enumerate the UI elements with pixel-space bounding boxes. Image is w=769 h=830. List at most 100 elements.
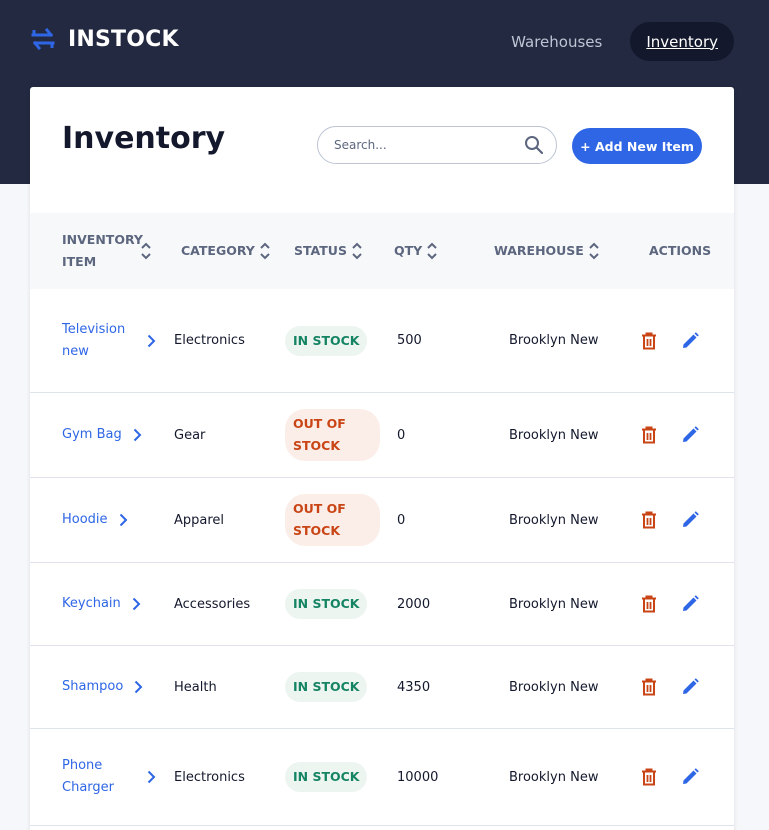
- item-cell: Television new: [62, 289, 156, 392]
- chevron-right-icon[interactable]: [133, 680, 143, 694]
- category-cell: Health: [174, 646, 217, 728]
- item-link[interactable]: Shampoo: [62, 676, 123, 698]
- category-text: Apparel: [174, 512, 225, 528]
- status-cell: OUT OF STOCK: [285, 393, 380, 477]
- item-cell: Phone Charger: [62, 729, 156, 825]
- qty-cell: 500: [397, 289, 422, 392]
- item-link[interactable]: Gym Bag: [62, 424, 122, 446]
- warehouse-cell: Brooklyn New: [509, 729, 598, 825]
- chevron-right-icon[interactable]: [118, 513, 128, 527]
- chevron-right-icon[interactable]: [146, 334, 156, 348]
- warehouse-cell: Brooklyn New: [509, 393, 598, 477]
- add-new-item-button[interactable]: + Add New Item: [572, 128, 702, 164]
- sort-icon[interactable]: [259, 241, 271, 261]
- item-link[interactable]: Keychain: [62, 593, 121, 615]
- qty-text: 0: [397, 512, 406, 528]
- warehouse-cell: Brooklyn New: [509, 478, 598, 562]
- status-cell: IN STOCK: [285, 563, 368, 645]
- warehouse-text: Brooklyn New: [509, 679, 599, 695]
- category-cell: Electronics: [174, 729, 245, 825]
- category-cell: Electronics: [174, 289, 245, 392]
- warehouse-text: Brooklyn New: [509, 427, 599, 443]
- actions-cell: [639, 646, 700, 728]
- status-badge: OUT OF STOCK: [285, 409, 380, 461]
- warehouse-text: Brooklyn New: [509, 333, 599, 348]
- warehouse-cell: Brooklyn New: [509, 289, 598, 392]
- actions-cell: [639, 393, 700, 477]
- search-icon[interactable]: [524, 135, 544, 155]
- column-label: STATUS: [294, 243, 347, 258]
- item-cell: Hoodie: [62, 478, 128, 562]
- warehouse-text: Brooklyn New: [509, 769, 599, 785]
- status-cell: OUT OF STOCK: [285, 478, 380, 562]
- category-cell: Gear: [174, 393, 205, 477]
- status-badge: IN STOCK: [285, 672, 368, 702]
- sort-icon[interactable]: [588, 241, 600, 261]
- trash-icon[interactable]: [639, 510, 659, 530]
- status-badge: IN STOCK: [285, 589, 368, 619]
- column-label: INVENTORY ITEM: [62, 232, 143, 269]
- column-header-status[interactable]: STATUS: [294, 213, 363, 289]
- table-row: Hoodie Apparel OUT OF STOCK 0 Brooklyn N…: [30, 478, 734, 563]
- chevron-right-icon[interactable]: [131, 597, 141, 611]
- pencil-icon[interactable]: [680, 767, 700, 787]
- nav-warehouses[interactable]: Warehouses: [497, 22, 616, 61]
- trash-icon[interactable]: [639, 677, 659, 697]
- chevron-right-icon[interactable]: [132, 428, 142, 442]
- item-link[interactable]: Television new: [62, 319, 136, 363]
- status-badge: OUT OF STOCK: [285, 494, 380, 546]
- main-nav: Warehouses Inventory: [497, 22, 734, 61]
- column-header-qty[interactable]: QTY: [394, 213, 438, 289]
- column-label: WAREHOUSE: [494, 243, 584, 258]
- search-input[interactable]: [334, 138, 524, 152]
- table-header: INVENTORY ITEM CATEGORY STATUS QTY WAREH…: [30, 213, 734, 289]
- warehouse-text: Brooklyn New: [509, 512, 599, 528]
- column-header-inventory-item[interactable]: INVENTORY ITEM: [62, 213, 152, 289]
- status-cell: IN STOCK: [285, 729, 368, 825]
- actions-cell: [639, 729, 700, 825]
- column-header-warehouse[interactable]: WAREHOUSE: [494, 213, 600, 289]
- table-row: Television new Electronics IN STOCK 500 …: [30, 289, 734, 393]
- pencil-icon[interactable]: [680, 510, 700, 530]
- category-text: Electronics: [174, 333, 245, 348]
- status-badge: IN STOCK: [285, 762, 368, 792]
- swap-arrows-icon: [31, 27, 55, 51]
- table-row: Phone Charger Electronics IN STOCK 10000…: [30, 729, 734, 826]
- nav-inventory[interactable]: Inventory: [630, 22, 734, 61]
- qty-cell: 2000: [397, 563, 430, 645]
- status-badge: IN STOCK: [285, 325, 368, 356]
- item-link[interactable]: Hoodie: [62, 509, 108, 531]
- sort-icon[interactable]: [351, 241, 363, 261]
- page-title: Inventory: [62, 121, 226, 156]
- qty-text: 2000: [397, 596, 431, 612]
- qty-cell: 0: [397, 393, 405, 477]
- table-row: Shampoo Health IN STOCK 4350 Brooklyn Ne…: [30, 646, 734, 729]
- sort-icon[interactable]: [140, 241, 152, 261]
- actions-cell: [639, 289, 700, 392]
- chevron-right-icon[interactable]: [146, 770, 156, 784]
- trash-icon[interactable]: [639, 767, 659, 787]
- table-row: Gym Bag Gear OUT OF STOCK 0 Brooklyn New: [30, 393, 734, 478]
- qty-text: 10000: [397, 769, 439, 785]
- pencil-icon[interactable]: [680, 594, 700, 614]
- pencil-icon[interactable]: [680, 331, 700, 351]
- trash-icon[interactable]: [639, 425, 659, 445]
- trash-icon[interactable]: [639, 331, 659, 351]
- sort-icon[interactable]: [426, 241, 438, 261]
- column-label: QTY: [394, 243, 423, 258]
- logo-text: INSTOCK: [68, 26, 179, 52]
- actions-cell: [639, 478, 700, 562]
- column-header-category[interactable]: CATEGORY: [181, 213, 271, 289]
- app-logo[interactable]: INSTOCK: [30, 24, 179, 54]
- category-text: Accessories: [174, 596, 251, 612]
- trash-icon[interactable]: [639, 594, 659, 614]
- item-cell: Shampoo: [62, 646, 143, 728]
- status-cell: IN STOCK: [285, 289, 368, 392]
- category-cell: Accessories: [174, 563, 250, 645]
- table-row: Keychain Accessories IN STOCK 2000 Brook…: [30, 563, 734, 646]
- pencil-icon[interactable]: [680, 677, 700, 697]
- pencil-icon[interactable]: [680, 425, 700, 445]
- warehouse-text: Brooklyn New: [509, 596, 599, 612]
- warehouse-cell: Brooklyn New: [509, 563, 598, 645]
- item-link[interactable]: Phone Charger: [62, 755, 136, 799]
